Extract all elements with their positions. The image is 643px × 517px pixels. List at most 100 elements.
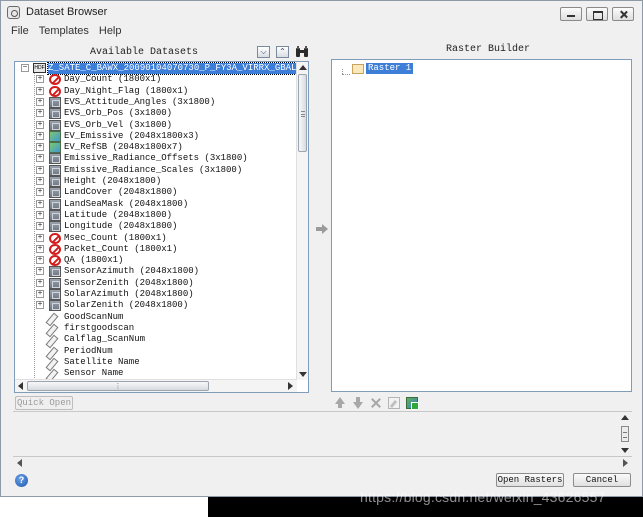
dataset-label: EVS_Orb_Vel (3x1800) xyxy=(64,119,173,130)
expand-icon[interactable]: + xyxy=(36,177,44,185)
expand-icon[interactable]: + xyxy=(36,97,44,106)
expand-icon[interactable]: + xyxy=(36,301,44,310)
dataset-browser-window: Dataset Browser File Templates Help Avai… xyxy=(0,0,643,497)
no-sign-icon xyxy=(49,85,61,97)
expand-icon[interactable]: + xyxy=(36,120,44,129)
dataset-label: SolarAzimuth (2048x1800) xyxy=(64,289,194,299)
attribute-label: Sensor Name xyxy=(64,368,124,379)
dataset-label: SensorZenith (2048x1800) xyxy=(64,277,194,288)
attribute-icon xyxy=(47,368,59,379)
expand-all-icon[interactable]: ⌵ xyxy=(257,46,270,58)
dataset-label: Packet_Count (1800x1) xyxy=(64,243,178,254)
raster-builder-toolbar xyxy=(334,397,419,410)
dataset-tree[interactable]: − HDF Z_SATE_C_BAWX_20090104070730_P_FY3A_… xyxy=(14,61,309,393)
attribute-icon xyxy=(47,346,59,357)
expand-icon[interactable]: + xyxy=(36,86,44,95)
title-bar: Dataset Browser xyxy=(1,1,642,25)
scroll-left-icon[interactable] xyxy=(18,382,23,390)
menu-file[interactable]: File xyxy=(11,25,29,41)
tree-root-label[interactable]: Z_SATE_C_BAWX_20090104070730_P_FY3A_VIRR… xyxy=(46,62,297,75)
expand-icon[interactable]: + xyxy=(36,244,44,253)
dataset-label: SolarZenith (2048x1800) xyxy=(64,300,189,311)
scroll-right-icon[interactable] xyxy=(288,382,293,390)
dataset-label: EVS_Orb_Pos (3x1800) xyxy=(64,108,173,119)
expand-icon[interactable]: + xyxy=(36,278,44,287)
image-stack-icon xyxy=(49,130,61,142)
menu-help[interactable]: Help xyxy=(99,25,122,41)
help-icon[interactable]: ? xyxy=(15,474,28,487)
tree-vertical-thumb[interactable] xyxy=(298,74,307,152)
expand-icon[interactable]: + xyxy=(36,154,44,163)
expand-icon[interactable]: + xyxy=(36,233,44,242)
cancel-button[interactable]: Cancel xyxy=(573,473,631,487)
binoculars-icon[interactable] xyxy=(295,46,309,58)
expand-icon[interactable]: + xyxy=(36,143,44,152)
dataset-label: LandCover (2048x1800) xyxy=(64,187,178,198)
expand-icon[interactable]: + xyxy=(36,109,44,118)
move-up-icon[interactable] xyxy=(334,397,346,409)
attribute-label: GoodScanNum xyxy=(64,311,124,322)
expand-icon[interactable]: + xyxy=(36,131,44,140)
grid-icon xyxy=(49,153,61,165)
quick-open-button[interactable]: Quick Open xyxy=(15,396,73,410)
scroll-left-icon[interactable] xyxy=(17,459,22,467)
grid-icon xyxy=(49,108,61,120)
expand-icon[interactable]: + xyxy=(36,199,44,208)
dataset-label: Longitude (2048x1800) xyxy=(64,221,178,232)
expand-icon[interactable]: + xyxy=(36,165,44,174)
grid-icon xyxy=(49,300,61,312)
dataset-label: Height (2048x1800) xyxy=(64,176,162,186)
info-horizontal-scrollbar[interactable] xyxy=(13,458,632,468)
tree-horizontal-scrollbar[interactable]: ⋮ xyxy=(15,379,297,392)
add-raster-icon[interactable] xyxy=(406,397,419,410)
dataset-label: Latitude (2048x1800) xyxy=(64,209,173,220)
scroll-up-icon[interactable] xyxy=(621,415,629,420)
expand-icon[interactable]: + xyxy=(36,267,44,276)
tree-guide-line xyxy=(34,72,35,380)
scroll-down-icon[interactable] xyxy=(621,448,629,453)
scroll-right-icon[interactable] xyxy=(623,459,628,467)
info-scroll-thumb[interactable] xyxy=(621,426,629,442)
expand-icon[interactable]: + xyxy=(36,222,44,231)
expand-icon[interactable]: + xyxy=(36,188,44,197)
no-sign-icon xyxy=(49,232,61,244)
window-controls xyxy=(560,7,634,21)
move-down-icon[interactable] xyxy=(352,397,364,409)
info-vertical-scrollbar[interactable] xyxy=(620,414,630,454)
tree-horizontal-thumb[interactable]: ⋮ xyxy=(27,381,209,391)
dataset-label: LandSeaMask (2048x1800) xyxy=(64,198,189,209)
raster-builder-tree[interactable]: Raster 1 xyxy=(331,59,632,392)
info-text-area[interactable] xyxy=(13,411,632,457)
watermark: https://blog.csdn.net/weixin_43626557 xyxy=(360,489,606,505)
dataset-label: SensorAzimuth (2048x1800) xyxy=(64,266,200,277)
tree-vertical-scrollbar[interactable] xyxy=(296,62,308,380)
expand-icon[interactable]: + xyxy=(36,290,44,298)
collapse-icon[interactable]: − xyxy=(21,64,29,72)
expand-icon[interactable]: + xyxy=(36,210,44,219)
expand-icon[interactable]: + xyxy=(36,256,44,265)
grid-icon xyxy=(49,164,61,176)
grid-icon xyxy=(49,187,61,199)
rename-icon[interactable] xyxy=(388,397,400,409)
scroll-down-icon[interactable] xyxy=(299,372,307,377)
attribute-label: Calflag_ScanNum xyxy=(64,334,146,345)
scroll-up-icon[interactable] xyxy=(299,65,307,70)
add-to-builder-arrow-icon[interactable] xyxy=(316,224,328,234)
delete-icon[interactable] xyxy=(370,397,382,409)
minimize-button[interactable] xyxy=(560,7,582,21)
tree-content: − HDF Z_SATE_C_BAWX_20090104070730_P_FY3A_… xyxy=(15,62,297,380)
dataset-label: EV_Emissive (2048x1800x3) xyxy=(64,130,200,141)
attribute-icon xyxy=(47,323,59,334)
open-rasters-button[interactable]: Open Rasters xyxy=(496,473,564,487)
expand-icon[interactable]: + xyxy=(36,75,44,84)
collapse-all-icon[interactable]: ⌃ xyxy=(276,46,289,58)
grid-icon xyxy=(49,119,61,131)
raster-item[interactable]: Raster 1 xyxy=(366,63,414,74)
maximize-button[interactable] xyxy=(586,7,608,21)
window-title: Dataset Browser xyxy=(26,6,108,18)
menu-templates[interactable]: Templates xyxy=(39,25,89,41)
no-sign-icon xyxy=(49,243,61,255)
attribute-label: firstgoodscan xyxy=(64,322,135,333)
close-button[interactable] xyxy=(612,7,634,21)
file-icon: HDF xyxy=(33,63,46,73)
